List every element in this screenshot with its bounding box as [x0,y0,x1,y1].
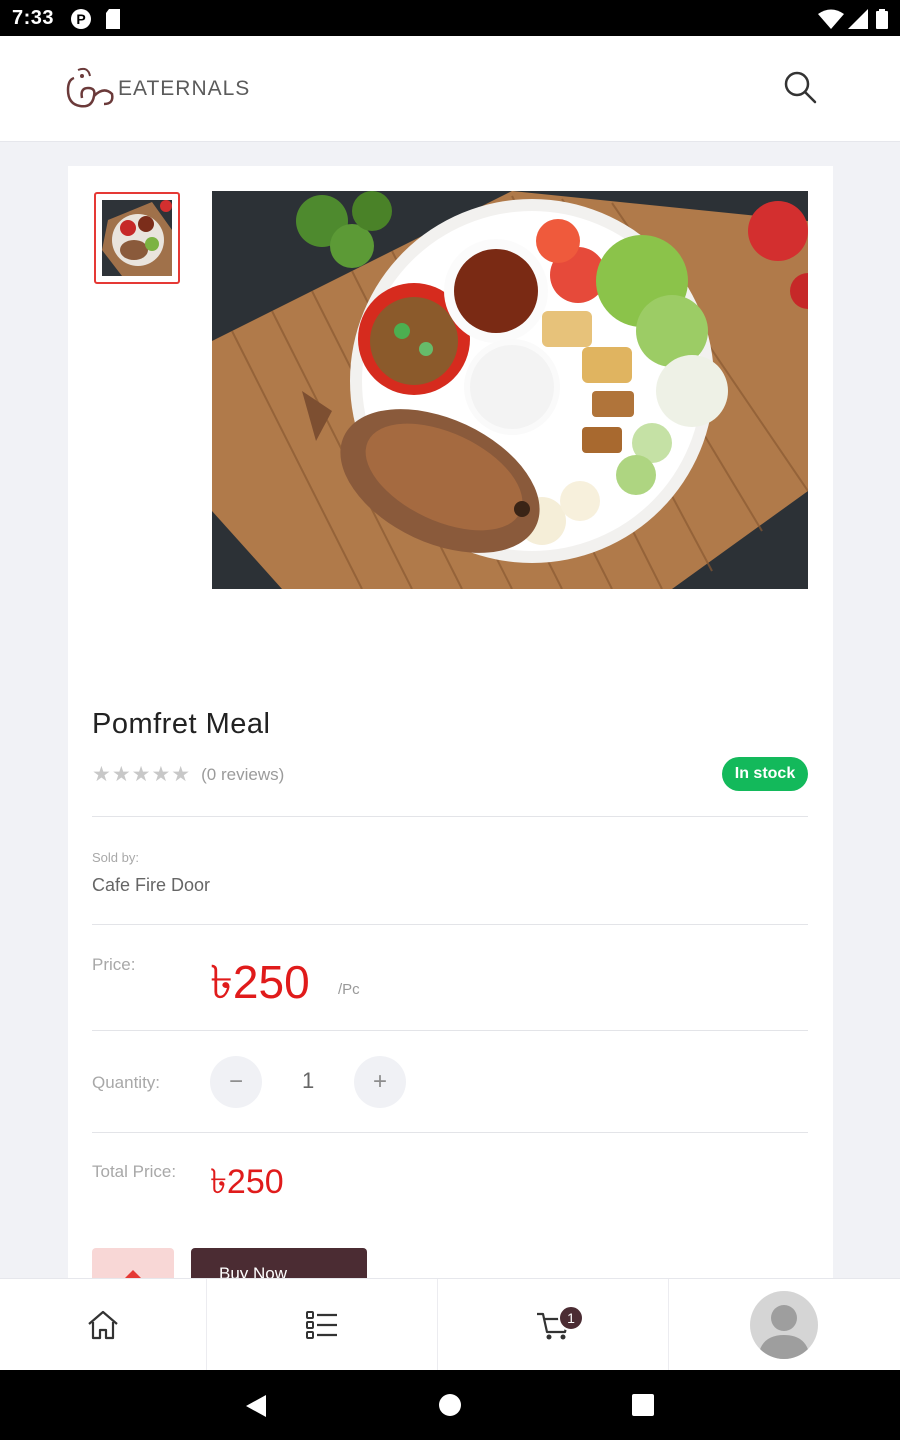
home-circle-icon[interactable] [438,1393,462,1417]
quantity-decrease-button[interactable]: − [210,1056,262,1108]
quantity-increase-button[interactable]: + [354,1056,406,1108]
review-count[interactable]: (0 reviews) [201,765,284,785]
nav-home[interactable] [0,1279,207,1371]
gallery-thumbnail[interactable] [94,192,180,284]
product-title: Pomfret Meal [92,708,271,740]
seller-name[interactable]: Cafe Fire Door [92,875,210,896]
product-photo[interactable] [212,191,808,589]
svg-text:P: P [76,11,85,27]
search-button[interactable] [780,68,820,108]
divider [92,1030,808,1031]
price-value: ৳250 [210,956,310,1008]
product-card: Pomfret Meal ★★★★★ (0 reviews) In stock … [68,166,833,1278]
status-bar: 7:33 P [0,0,900,36]
price-unit: /Pc [338,981,360,998]
cart-add-icon [125,1270,141,1278]
home-icon [88,1310,118,1340]
total-price-label: Total Price: [92,1162,177,1181]
search-icon [784,71,817,104]
brand-logo[interactable]: EATERNALS [64,64,250,114]
nav-categories[interactable] [207,1279,438,1371]
rating-stars: ★★★★★ [92,763,192,786]
profile-avatar[interactable] [750,1291,818,1359]
brand-name: EATERNALS [118,77,251,100]
divider [92,816,808,817]
recents-icon[interactable] [631,1393,655,1417]
battery-icon [876,9,888,29]
total-price-value: ৳250 [210,1163,284,1201]
price-label: Price: [92,955,136,974]
divider [92,1132,808,1133]
system-navigation-bar [0,1370,900,1440]
status-time: 7:33 [12,7,55,29]
bottom-navigation: 1 [0,1278,900,1371]
back-icon[interactable] [244,1393,268,1419]
nav-cart[interactable] [438,1279,669,1371]
p-notification-icon: P [71,9,91,29]
sold-by-label: Sold by: [92,850,139,865]
avatar-icon [758,1305,810,1359]
add-to-cart-button[interactable] [92,1248,174,1278]
buy-now-button[interactable]: Buy Now [191,1248,367,1278]
quantity-label: Quantity: [92,1073,161,1092]
logo-icon [66,67,114,108]
categories-icon [306,1311,337,1339]
cart-count-badge: 1 [558,1305,584,1331]
sd-card-icon [106,9,120,29]
divider [92,924,808,925]
thumbnail-image [102,200,172,276]
quantity-value: 1 [302,1068,315,1093]
signal-icon [848,9,868,29]
rating-row: ★★★★★ (0 reviews) [92,762,284,787]
stock-badge: In stock [722,757,808,791]
wifi-icon [818,9,844,29]
app-header: EATERNALS [0,36,900,142]
